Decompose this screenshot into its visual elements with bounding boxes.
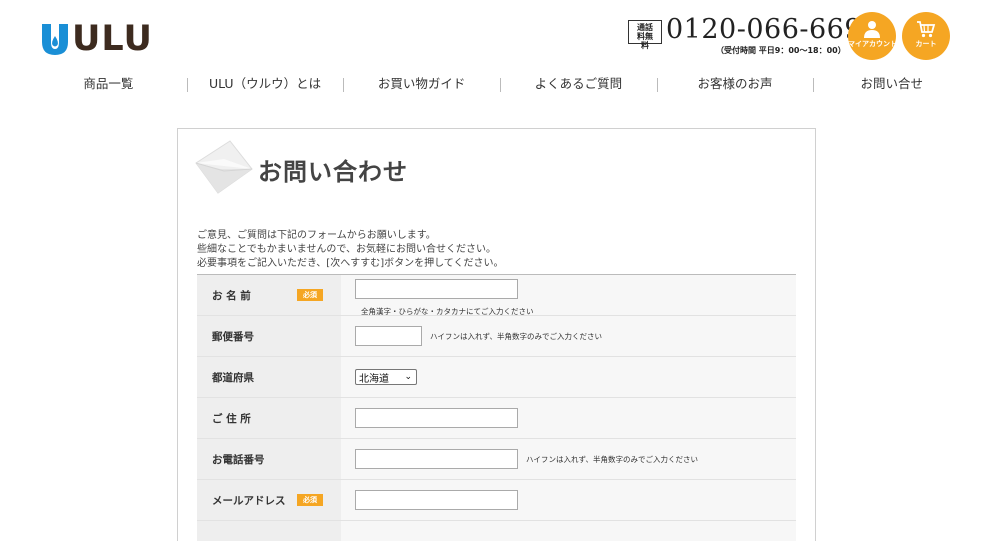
prefecture-label: 都道府県 [197, 357, 341, 397]
nav-item-contact[interactable]: お問い合せ [813, 72, 970, 96]
contact-form-panel: お問い合わせ ご意見、ご質問は下記のフォームからお願いします。 些細なことでもか… [177, 128, 816, 541]
water-drop-logo-icon [40, 22, 70, 56]
form-row-phone: お電話番号 ハイフンは入れず、半角数字のみでご入力ください [197, 439, 796, 480]
phone-number: 0120-066-669 [666, 14, 863, 45]
intro-text: ご意見、ご質問は下記のフォームからお願いします。 些細なことでもかまいませんので… [197, 229, 504, 271]
page-heading: お問い合わせ [190, 139, 408, 199]
nav-item-shopping-guide[interactable]: お買い物ガイド [343, 72, 500, 96]
toll-free-badge: 通話料無料 [628, 20, 662, 50]
prefecture-cell: 北海道 ⌄ [341, 357, 796, 397]
address-label-text: ご 住 所 [212, 412, 251, 425]
cart-button[interactable]: カート [902, 12, 950, 60]
user-icon [864, 21, 880, 38]
intro-line: 必要事項をご記入いただき、[次へすすむ]ボタンを押してください。 [197, 258, 504, 269]
form-row-next [197, 521, 796, 541]
required-badge: 必須 [297, 289, 323, 301]
email-label: メールアドレス 必須 [197, 480, 341, 520]
nav-item-faq[interactable]: よくあるご質問 [500, 72, 657, 96]
zip-label: 郵便番号 [197, 316, 341, 356]
form-row-zip: 郵便番号 ハイフンは入れず、半角数字のみでご入力ください [197, 316, 796, 357]
form-row-name: お 名 前 必須 全角漢字・ひらがな・カタカナにてご入力ください [197, 275, 796, 316]
name-cell: 全角漢字・ひらがな・カタカナにてご入力ください [341, 275, 796, 316]
next-row-cell [341, 521, 796, 541]
required-badge: 必須 [297, 494, 323, 506]
zip-cell: ハイフンは入れず、半角数字のみでご入力ください [341, 316, 796, 356]
global-nav: 商品一覧 ULU（ウルウ）とは お買い物ガイド よくあるご質問 お客様のお声 お… [30, 72, 970, 96]
zip-label-text: 郵便番号 [212, 330, 254, 343]
intro-line: ご意見、ご質問は下記のフォームからお願いします。 [197, 230, 436, 241]
form-row-email: メールアドレス 必須 [197, 480, 796, 521]
nav-item-products[interactable]: 商品一覧 [30, 72, 187, 96]
zip-input[interactable] [355, 326, 422, 346]
next-row-label [197, 521, 341, 541]
prefecture-select[interactable]: 北海道 ⌄ [355, 369, 417, 385]
business-hours: （受付時間 平日9：00～18：00） [716, 46, 846, 55]
email-cell [341, 480, 796, 520]
address-label: ご 住 所 [197, 398, 341, 438]
nav-item-testimonials[interactable]: お客様のお声 [656, 72, 814, 96]
envelope-icon [195, 140, 253, 194]
cart-label: カート [915, 40, 937, 48]
intro-line: 些細なことでもかまいませんので、お気軽にお問い合せください。 [197, 244, 496, 255]
phone-cell: ハイフンは入れず、半角数字のみでご入力ください [341, 439, 796, 479]
phone-input[interactable] [355, 449, 518, 469]
name-input[interactable] [355, 279, 518, 299]
name-label: お 名 前 必須 [197, 275, 341, 315]
my-account-label: マイアカウント [848, 40, 897, 48]
page-title: お問い合わせ [258, 157, 408, 186]
cart-icon [917, 21, 936, 38]
nav-item-about[interactable]: ULU（ウルウ）とは [186, 72, 344, 96]
prefecture-selected-value: 北海道 [359, 373, 389, 385]
prefecture-label-text: 都道府県 [212, 371, 254, 384]
phone-note: ハイフンは入れず、半角数字のみでご入力ください [526, 454, 698, 464]
phone-label: お電話番号 [197, 439, 341, 479]
email-label-text: メールアドレス [212, 494, 286, 507]
logo-text: ULU [72, 19, 153, 59]
address-input[interactable] [355, 408, 518, 428]
contact-form: お 名 前 必須 全角漢字・ひらがな・カタカナにてご入力ください 郵便番号 ハイ… [197, 274, 796, 541]
my-account-button[interactable]: マイアカウント [848, 12, 897, 60]
toll-free-badge-text: 通話料無料 [637, 23, 653, 50]
form-row-prefecture: 都道府県 北海道 ⌄ [197, 357, 796, 398]
phone-label-text: お電話番号 [212, 453, 265, 466]
email-input[interactable] [355, 490, 518, 510]
chevron-down-icon: ⌄ [404, 372, 412, 382]
address-cell [341, 398, 796, 438]
site-logo[interactable]: ULU [40, 19, 153, 59]
form-row-address: ご 住 所 [197, 398, 796, 439]
zip-note: ハイフンは入れず、半角数字のみでご入力ください [430, 331, 602, 341]
name-label-text: お 名 前 [212, 289, 251, 302]
